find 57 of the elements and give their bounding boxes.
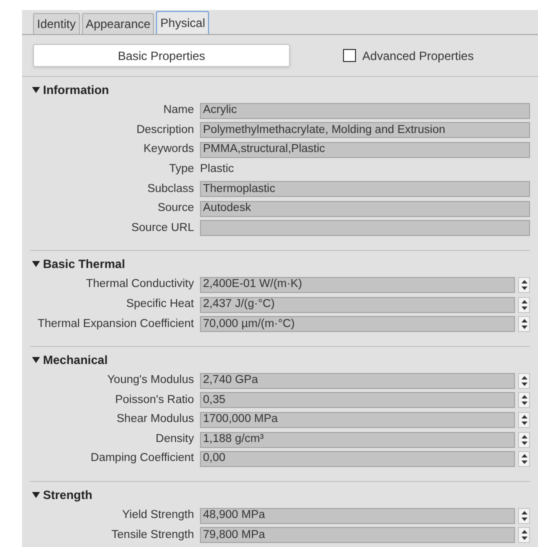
advanced-properties-checkbox[interactable]: Advanced Properties (290, 46, 527, 64)
field-label: Thermal Expansion Coefficient (36, 316, 195, 332)
section-header[interactable]: Strength (30, 484, 530, 506)
spinner-arrows-icon[interactable] (518, 392, 530, 408)
input-field[interactable]: Acrylic (200, 102, 530, 119)
section-header[interactable]: Information (30, 79, 530, 101)
field-label: Source (156, 201, 195, 216)
tab[interactable]: Identity (33, 13, 80, 34)
basic-properties-button[interactable]: Basic Properties (33, 44, 290, 67)
input-field[interactable]: 70,000 µm/(m·°C) (200, 316, 515, 332)
tab[interactable]: Appearance (82, 13, 154, 34)
spinner-arrows-icon[interactable] (518, 527, 530, 544)
field-label: Specific Heat (125, 296, 195, 312)
input-field[interactable]: Polymethylmethacrylate, Molding and Extrusion (200, 122, 530, 138)
field-label: Damping Coefficient (90, 451, 195, 466)
field-label: Shear Modulus (116, 412, 195, 428)
triangle-icon (32, 490, 40, 499)
field-label: Young's Modulus (106, 373, 195, 388)
spinner-arrows-icon[interactable] (518, 276, 530, 293)
input-field[interactable]: 1700,000 MPa (200, 412, 515, 428)
field-label: Source URL (130, 220, 195, 236)
field-label: Yield Strength (121, 508, 195, 524)
field-label: Name (162, 103, 195, 118)
input-field[interactable]: 79,800 MPa (200, 527, 515, 544)
triangle-icon (32, 86, 40, 94)
input-field[interactable]: 1,188 g/cm³ (200, 432, 515, 448)
input-field[interactable] (200, 220, 530, 236)
input-field[interactable]: PMMA,structural,Plastic (200, 142, 530, 158)
spinner-arrows-icon[interactable] (518, 412, 530, 428)
input-field[interactable]: Autodesk (200, 200, 530, 217)
tab[interactable]: Physical (156, 11, 210, 34)
input-field[interactable]: 48,900 MPa (200, 508, 515, 524)
field-label: Poisson's Ratio (114, 392, 195, 408)
spinner-arrows-icon[interactable] (518, 316, 530, 332)
spinner-arrows-icon[interactable] (518, 508, 530, 524)
triangle-icon (32, 260, 40, 268)
type-value: Plastic (200, 162, 234, 177)
input-field[interactable]: 0,00 (200, 451, 515, 468)
spinner-arrows-icon[interactable] (518, 432, 530, 448)
input-field[interactable]: 0,35 (200, 392, 515, 408)
field-label: Description (135, 122, 195, 138)
field-label: Density (154, 432, 195, 447)
triangle-icon (32, 356, 40, 364)
field-label: Type (168, 162, 195, 177)
field-label: Subclass (146, 182, 195, 197)
spinner-arrows-icon[interactable] (518, 372, 530, 389)
field-label: Thermal Conductivity (84, 277, 195, 292)
section-header[interactable]: Basic Thermal (30, 253, 530, 276)
field-label: Tensile Strength (110, 528, 195, 543)
input-field[interactable]: 2,437 J/(g·°C) (200, 296, 515, 313)
input-field[interactable]: Thermoplastic (200, 181, 530, 198)
input-field[interactable]: 2,400E-01 W/(m·K) (200, 276, 515, 293)
section-header[interactable]: Mechanical (30, 348, 530, 371)
spinner-arrows-icon[interactable] (518, 451, 530, 468)
field-label: Keywords (142, 142, 195, 158)
spinner-arrows-icon[interactable] (518, 296, 530, 313)
input-field[interactable]: 2,740 GPa (200, 372, 515, 389)
